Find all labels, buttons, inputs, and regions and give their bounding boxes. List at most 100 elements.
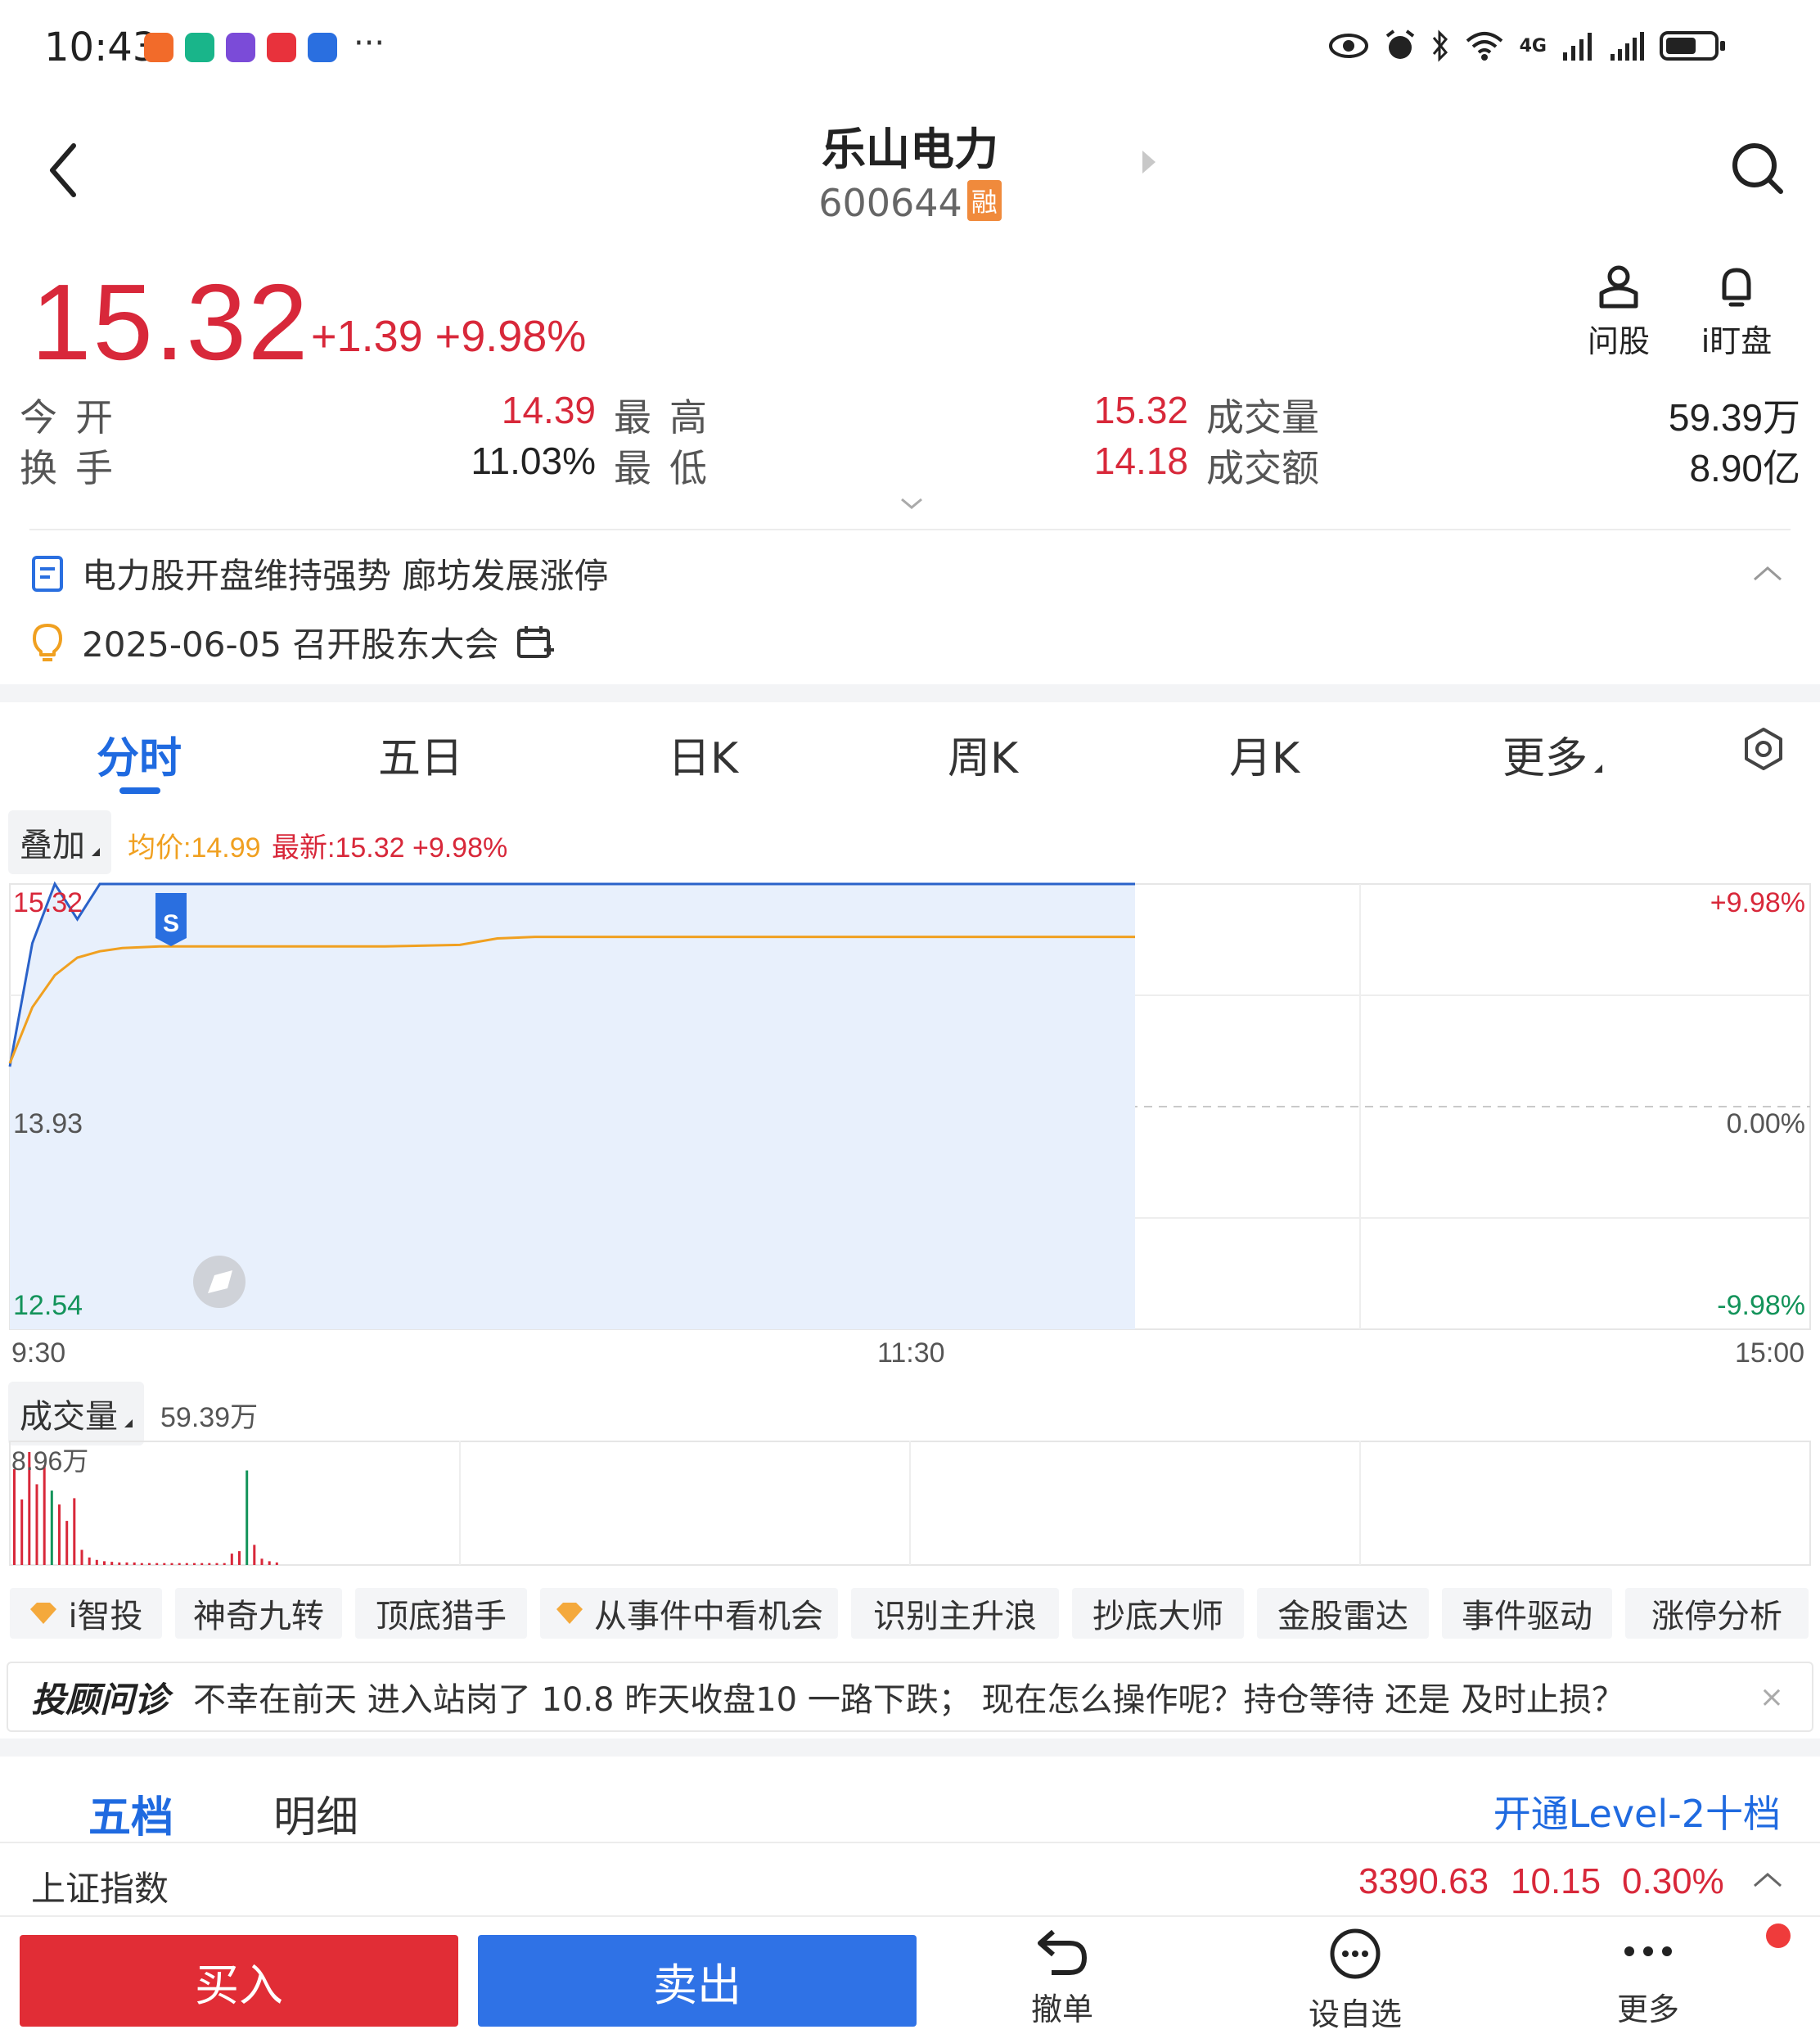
status-overflow-icon: ··· bbox=[354, 25, 385, 62]
bluetooth-icon bbox=[1432, 29, 1448, 62]
feature-chip-label: 事件驱动 bbox=[1462, 1598, 1592, 1635]
feature-chip-label: 顶底猎手 bbox=[376, 1598, 507, 1635]
advisor-banner[interactable]: 投顾问诊 不幸在前天 进入站岗了 10.8 昨天收盘10 一路下跌； 现在怎么操… bbox=[7, 1662, 1813, 1732]
volume-bar bbox=[193, 1563, 196, 1565]
lightbulb-icon bbox=[33, 623, 62, 661]
news-headline: 电力股开盘维持强势 廊坊发展涨停 bbox=[82, 556, 609, 596]
cancel-order-label: 撤单 bbox=[1030, 1991, 1093, 2027]
event-row[interactable]: 2025-06-05 召开股东大会 bbox=[31, 617, 555, 667]
stat-volume-value: 59.39万 bbox=[1668, 396, 1800, 439]
volume-bar bbox=[133, 1562, 136, 1565]
feature-chip-label: i智投 bbox=[68, 1598, 143, 1635]
feature-bottom-master[interactable]: 抄底大师 bbox=[1072, 1588, 1244, 1639]
tab-more[interactable]: 更多 bbox=[1502, 724, 1603, 785]
tab-trade-detail[interactable]: 明细 bbox=[273, 1783, 358, 1844]
more-actions-button[interactable]: 更多 bbox=[1574, 1927, 1722, 2029]
diamond-icon bbox=[556, 1603, 583, 1624]
expand-index-icon[interactable] bbox=[1751, 1869, 1784, 1889]
add-watchlist-button[interactable]: 设自选 bbox=[1282, 1927, 1429, 2034]
volume-bar bbox=[118, 1562, 121, 1565]
stat-amount-label: 成交额 bbox=[1206, 446, 1319, 490]
volume-bar bbox=[73, 1498, 76, 1565]
watch-stock-label: i盯盘 bbox=[1701, 323, 1773, 359]
collapse-news-icon[interactable] bbox=[1751, 563, 1784, 583]
feature-chip-label: 从事件中看机会 bbox=[594, 1598, 823, 1635]
float-edit-icon[interactable] bbox=[193, 1256, 246, 1308]
volume-bar bbox=[178, 1563, 181, 1565]
index-name[interactable]: 上证指数 bbox=[31, 1861, 169, 1911]
close-icon[interactable]: × bbox=[1759, 1680, 1784, 1714]
tab-five-day[interactable]: 五日 bbox=[378, 724, 463, 785]
bell-icon bbox=[1722, 268, 1751, 307]
dropdown-corner-icon bbox=[92, 848, 100, 856]
calendar-add-icon[interactable] bbox=[516, 624, 555, 661]
volume-bar bbox=[253, 1545, 256, 1565]
volume-total: 59.39万 bbox=[160, 1402, 259, 1433]
network-type: 4G bbox=[1519, 35, 1547, 56]
divider bbox=[29, 529, 1791, 530]
feature-limit-up-analysis[interactable]: 涨停分析 bbox=[1625, 1588, 1809, 1639]
app-icon-4 bbox=[267, 33, 296, 62]
ask-stock-label: 问股 bbox=[1587, 323, 1650, 359]
next-stock-arrow-icon[interactable] bbox=[1142, 151, 1156, 174]
news-row[interactable]: 电力股开盘维持强势 廊坊发展涨停 bbox=[31, 548, 608, 598]
diamond-icon bbox=[30, 1603, 57, 1624]
intraday-chart[interactable]: S 15.32 13.93 12.54 +9.98% 0.00% -9.98% bbox=[0, 876, 1820, 1334]
volume-bar bbox=[238, 1551, 241, 1565]
feature-event-driven[interactable]: 事件驱动 bbox=[1442, 1588, 1612, 1639]
volume-bar bbox=[163, 1563, 166, 1565]
volume-bar bbox=[13, 1468, 16, 1565]
feature-smart-invest[interactable]: i智投 bbox=[10, 1588, 162, 1639]
buy-button[interactable]: 买入 bbox=[20, 1935, 458, 2027]
event-text: 2025-06-05 召开股东大会 bbox=[82, 625, 499, 665]
pct-axis-mid: 0.00% bbox=[1727, 1108, 1805, 1139]
feature-nine-turn[interactable]: 神奇九转 bbox=[175, 1588, 342, 1639]
level2-upgrade-link[interactable]: 开通Level-2十档 bbox=[1493, 1784, 1781, 1838]
feature-main-wave[interactable]: 识别主升浪 bbox=[851, 1588, 1059, 1639]
tab-intraday[interactable]: 分时 bbox=[97, 724, 182, 785]
overlay-label: 叠加 bbox=[20, 827, 85, 864]
status-app-icons bbox=[144, 33, 337, 62]
notification-dot bbox=[1766, 1923, 1791, 1948]
dropdown-corner-icon bbox=[1594, 764, 1603, 773]
volume-axis-max: 8.96万 bbox=[11, 1446, 88, 1476]
tab-monthly-k[interactable]: 月K bbox=[1229, 724, 1300, 785]
volume-bar bbox=[223, 1563, 226, 1565]
stat-volume-label: 成交量 bbox=[1206, 395, 1319, 440]
tab-daily-k[interactable]: 日K bbox=[668, 724, 738, 785]
feature-event-opportunity[interactable]: 从事件中看机会 bbox=[540, 1588, 838, 1639]
volume-dropdown[interactable]: 成交量 bbox=[8, 1382, 144, 1445]
sell-button[interactable]: 卖出 bbox=[478, 1935, 917, 2027]
stat-amount-value: 8.90亿 bbox=[1689, 447, 1800, 489]
feature-top-bottom-hunter[interactable]: 顶底猎手 bbox=[355, 1588, 527, 1639]
search-icon[interactable] bbox=[1730, 141, 1784, 195]
volume-bar bbox=[20, 1499, 24, 1565]
chat-dots-icon bbox=[1330, 1928, 1381, 1979]
index-change: 10.15 bbox=[1511, 1861, 1602, 1901]
document-icon bbox=[32, 555, 63, 592]
ask-stock-button[interactable]: 问股 bbox=[1570, 264, 1668, 361]
price-axis-bottom: 12.54 bbox=[13, 1290, 83, 1321]
volume-bar bbox=[185, 1563, 188, 1565]
price-change: +1.39 +9.98% bbox=[311, 311, 586, 362]
watch-stock-button[interactable]: i盯盘 bbox=[1687, 264, 1786, 361]
feature-chip-label: 神奇九转 bbox=[193, 1598, 324, 1635]
expand-stats-icon[interactable] bbox=[899, 496, 925, 512]
feature-gold-radar[interactable]: 金股雷达 bbox=[1257, 1588, 1429, 1639]
marker-s-badge[interactable]: S bbox=[155, 893, 187, 946]
app-icon-5 bbox=[308, 33, 337, 62]
volume-bar bbox=[110, 1562, 114, 1565]
volume-chart[interactable]: 8.96万 bbox=[0, 1441, 1820, 1572]
eye-icon bbox=[1328, 34, 1368, 58]
chart-settings-icon[interactable] bbox=[1741, 727, 1786, 771]
stock-code: 600644 bbox=[818, 181, 962, 225]
overlay-dropdown[interactable]: 叠加 bbox=[8, 810, 111, 874]
time-axis-noon: 11:30 bbox=[877, 1337, 945, 1369]
more-actions-label: 更多 bbox=[1616, 1991, 1679, 2027]
volume-bar bbox=[103, 1561, 106, 1565]
stock-name: 乐山电力 bbox=[822, 124, 998, 175]
cancel-order-button[interactable]: 撤单 bbox=[989, 1927, 1136, 2029]
volume-bar bbox=[148, 1563, 151, 1565]
tab-five-levels[interactable]: 五档 bbox=[88, 1783, 173, 1844]
tab-weekly-k[interactable]: 周K bbox=[948, 724, 1018, 785]
